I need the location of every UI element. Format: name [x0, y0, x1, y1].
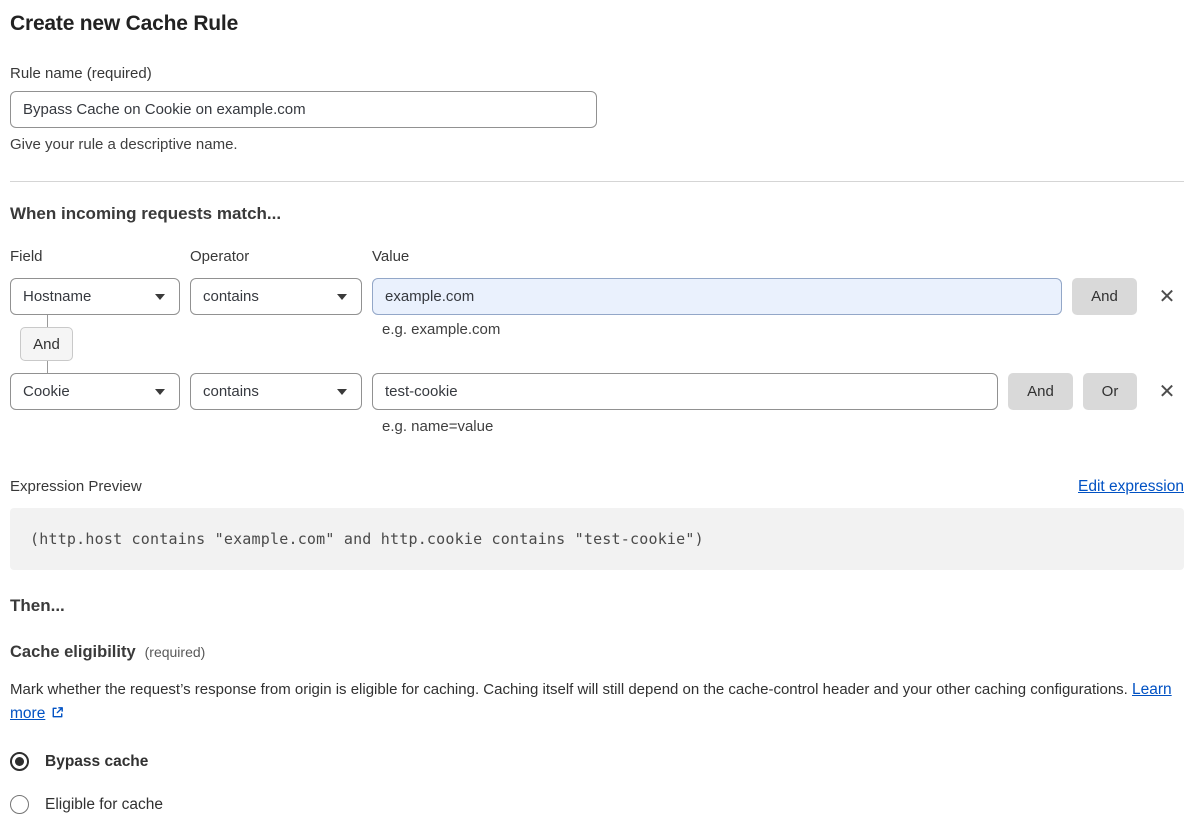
remove-condition-button[interactable]: ✕ — [1153, 278, 1181, 315]
edit-expression-link[interactable]: Edit expression — [1078, 478, 1184, 496]
operator-select-value: contains — [203, 383, 259, 400]
expression-preview-header: Expression Preview Edit expression — [10, 478, 1184, 496]
condition-row: Cookie contains And Or ✕ — [10, 373, 1184, 410]
radio-unselected-icon[interactable] — [10, 795, 29, 814]
value-input[interactable] — [372, 373, 998, 410]
description-text: Mark whether the request’s response from… — [10, 681, 1128, 698]
operator-select[interactable]: contains — [190, 373, 362, 410]
remove-condition-button[interactable]: ✕ — [1153, 373, 1181, 410]
rule-name-label: Rule name (required) — [10, 65, 152, 82]
operator-select-value: contains — [203, 288, 259, 305]
rule-name-input[interactable] — [10, 91, 597, 128]
connector-line — [47, 361, 48, 373]
chevron-down-icon — [155, 388, 165, 395]
chevron-down-icon — [155, 293, 165, 300]
radio-label: Eligible for cache — [45, 795, 164, 813]
then-heading: Then... — [10, 596, 65, 615]
close-icon: ✕ — [1158, 379, 1176, 403]
radio-label: Bypass cache — [45, 752, 149, 770]
divider — [10, 181, 1184, 182]
and-button[interactable]: And — [1072, 278, 1137, 315]
field-column-label: Field — [10, 248, 43, 265]
value-helper: e.g. example.com — [382, 321, 501, 338]
expression-code: (http.host contains "example.com" and ht… — [30, 530, 704, 548]
radio-option-eligible-for-cache[interactable]: Eligible for cache — [10, 795, 1184, 814]
field-select-value: Cookie — [23, 383, 70, 400]
condition-row: Hostname contains And ✕ — [10, 278, 1184, 315]
close-icon: ✕ — [1158, 284, 1176, 308]
radio-dot — [15, 757, 24, 766]
and-button[interactable]: And — [1008, 373, 1073, 410]
chevron-down-icon — [337, 293, 347, 300]
field-select[interactable]: Hostname — [10, 278, 180, 315]
expression-code-block: (http.host contains "example.com" and ht… — [10, 508, 1184, 570]
value-input[interactable] — [372, 278, 1062, 315]
page-title: Create new Cache Rule — [10, 12, 239, 35]
value-column-label: Value — [372, 248, 410, 265]
operator-select[interactable]: contains — [190, 278, 362, 315]
value-helper: e.g. name=value — [382, 418, 494, 435]
operator-column-label: Operator — [190, 248, 250, 265]
cache-eligibility-heading-row: Cache eligibility (required) — [10, 643, 1184, 662]
radio-option-bypass-cache[interactable]: Bypass cache — [10, 752, 1184, 771]
or-button[interactable]: Or — [1083, 373, 1137, 410]
create-cache-rule-form: Create new Cache Rule Rule name (require… — [0, 0, 1200, 814]
connector-and-button[interactable]: And — [20, 327, 73, 361]
cache-eligibility-description: Mark whether the request’s response from… — [10, 678, 1184, 728]
radio-selected-icon[interactable] — [10, 752, 29, 771]
external-link-icon — [50, 704, 65, 728]
match-section-heading: When incoming requests match... — [10, 204, 282, 223]
rule-name-helper: Give your rule a descriptive name. — [10, 136, 238, 153]
connector-line — [47, 315, 48, 327]
field-select-value: Hostname — [23, 288, 92, 305]
condition-connector-zone: And e.g. example.com — [10, 315, 1184, 373]
chevron-down-icon — [337, 388, 347, 395]
match-column-labels: Field Operator Value — [10, 248, 1184, 265]
cache-eligibility-heading: Cache eligibility — [10, 643, 136, 661]
field-select[interactable]: Cookie — [10, 373, 180, 410]
expression-preview-label: Expression Preview — [10, 478, 142, 495]
required-note: (required) — [144, 644, 206, 660]
